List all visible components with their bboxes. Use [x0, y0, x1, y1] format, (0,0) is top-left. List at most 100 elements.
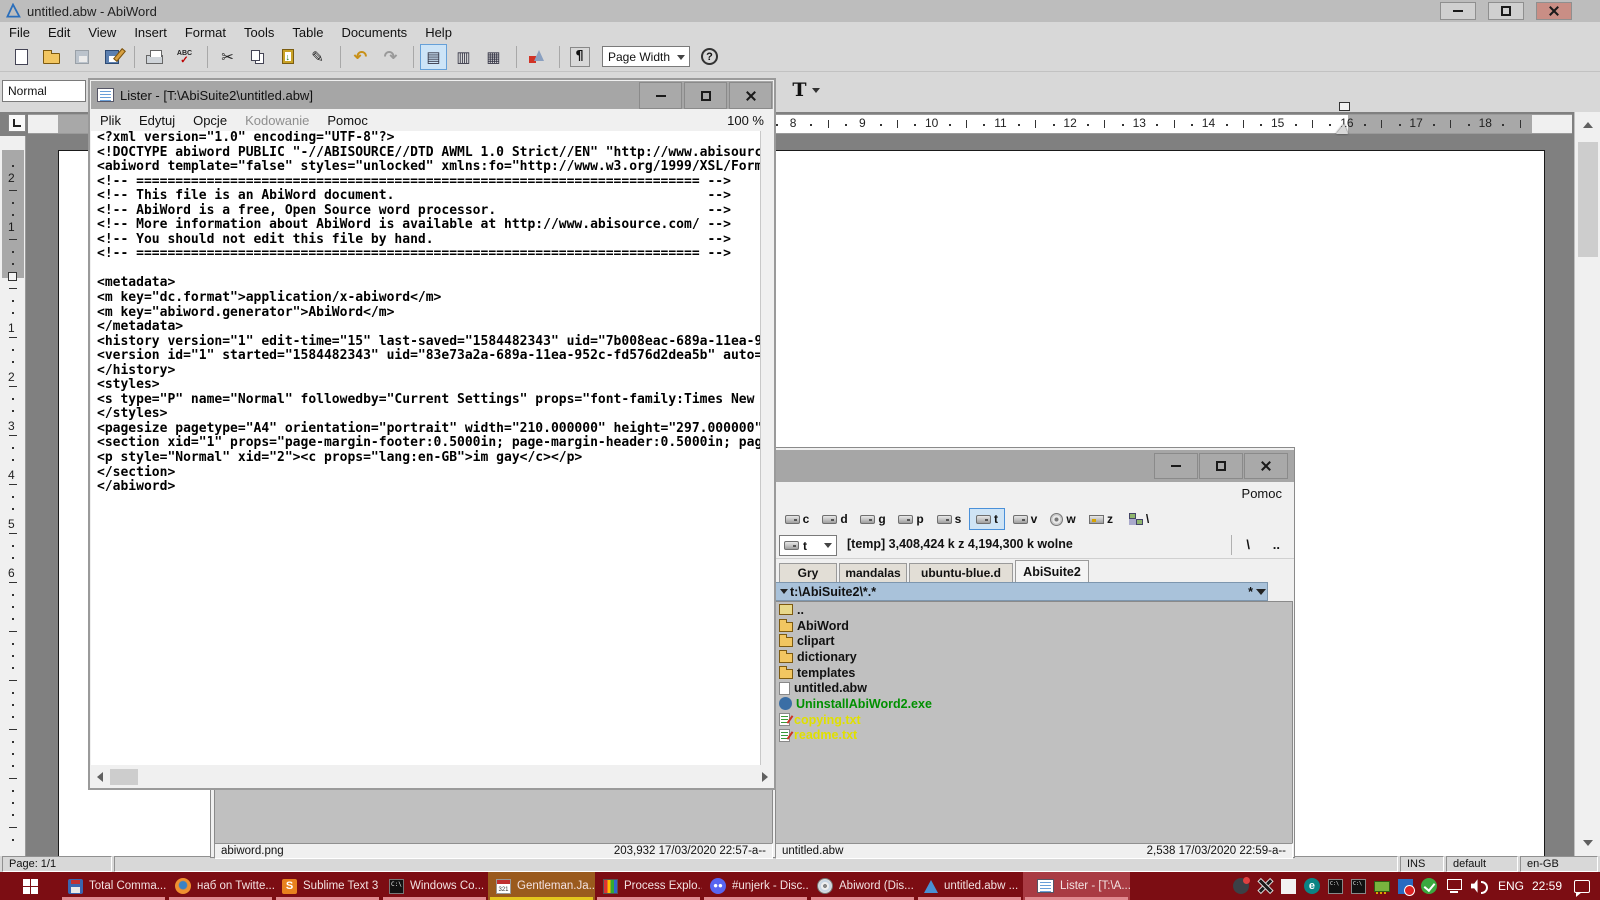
file-row[interactable]: templates [776, 665, 1292, 681]
menu-table[interactable]: Table [283, 23, 332, 42]
scroll-up-button[interactable] [1575, 112, 1600, 138]
view-columns-button[interactable]: ▥ [450, 44, 477, 70]
file-row[interactable]: UninstallAbiWord2.exe [776, 696, 1292, 712]
minimize-button[interactable] [639, 82, 682, 109]
taskbar-button-7[interactable]: #unjerk - Disc... [702, 872, 809, 900]
tab-ubuntu-blue.d[interactable]: ubuntu-blue.d [909, 563, 1013, 582]
filter-star-button[interactable]: * [1248, 585, 1253, 599]
file-row[interactable]: copying.txt [776, 712, 1292, 728]
start-button[interactable] [0, 872, 60, 900]
menu-tools[interactable]: Tools [235, 23, 283, 42]
redo-button[interactable]: ↷ [377, 44, 404, 70]
lister-menu-plik[interactable]: Plik [91, 111, 130, 130]
save-as-button[interactable] [98, 44, 125, 70]
menu-file[interactable]: File [0, 23, 39, 42]
drive-button-net[interactable]: \ [1121, 508, 1157, 530]
tab-mandalas[interactable]: mandalas [839, 563, 907, 582]
format-painter-button[interactable]: ✎ [304, 44, 331, 70]
vertical-scrollbar[interactable] [1574, 112, 1600, 856]
path-history-icon[interactable] [1256, 589, 1266, 595]
taskbar-button-6[interactable]: Process Explo... [595, 872, 702, 900]
tc-file-list-right[interactable]: ..AbiWordclipartdictionarytemplatesuntit… [775, 601, 1293, 846]
console-tray-icon[interactable] [1328, 879, 1343, 894]
file-row[interactable]: dictionary [776, 649, 1292, 665]
insert-image-button[interactable] [523, 44, 550, 70]
root-dir-button[interactable]: \ [1246, 537, 1250, 552]
print-button[interactable] [141, 44, 168, 70]
file-row[interactable]: AbiWord [776, 618, 1292, 634]
taskbar-button-1[interactable]: Total Comma... [60, 872, 167, 900]
file-row[interactable]: .. [776, 602, 1292, 618]
scroll-down-button[interactable] [1575, 830, 1600, 856]
file-row[interactable]: clipart [776, 633, 1292, 649]
taskbar-button-4[interactable]: Windows Co... [381, 872, 488, 900]
scrollbar-thumb[interactable] [110, 769, 138, 785]
close-button[interactable] [1536, 2, 1572, 20]
style-combo[interactable]: Normal [2, 80, 86, 102]
drive-button-d[interactable]: d [817, 508, 853, 530]
scrollbar-thumb[interactable] [1578, 142, 1598, 257]
menu-help[interactable]: Pomoc [1242, 486, 1282, 501]
tab-stop-selector[interactable] [8, 114, 26, 132]
menu-edit[interactable]: Edit [39, 23, 79, 42]
vertical-ruler[interactable]: 21123456 [0, 136, 26, 856]
scroll-left-button[interactable] [91, 767, 108, 787]
clock[interactable]: 22:59 [1532, 879, 1562, 893]
right-indent-marker[interactable] [1339, 102, 1350, 111]
font-button[interactable]: T [786, 76, 826, 104]
gpu-icon[interactable] [1374, 881, 1390, 892]
maximize-button[interactable] [1199, 453, 1243, 479]
xming-icon[interactable] [1257, 878, 1273, 894]
success-icon[interactable] [1421, 878, 1437, 894]
lister-menu-pomoc[interactable]: Pomoc [318, 111, 376, 130]
drive-button-g[interactable]: g [855, 508, 891, 530]
drive-button-c[interactable]: c [779, 508, 815, 530]
maximize-button[interactable] [684, 82, 727, 109]
menu-insert[interactable]: Insert [125, 23, 176, 42]
drive-button-w[interactable]: w [1045, 508, 1081, 530]
zoom-combo[interactable]: Page Width [602, 46, 690, 67]
lister-menu-edytuj[interactable]: Edytuj [130, 111, 184, 130]
taskbar-button-9[interactable]: untitled.abw ... [916, 872, 1023, 900]
file-row[interactable]: readme.txt [776, 728, 1292, 744]
view-grid-button[interactable]: ▦ [480, 44, 507, 70]
maximize-button[interactable] [1488, 2, 1524, 20]
spellcheck-button[interactable]: ABC✓ [171, 44, 198, 70]
notifications-icon[interactable] [1574, 880, 1590, 893]
ruler-marker[interactable] [8, 272, 17, 281]
close-button[interactable] [729, 82, 772, 109]
file-row[interactable]: untitled.abw [776, 680, 1292, 696]
lister-title-bar[interactable]: Lister - [T:\AbiSuite2\untitled.abw] [91, 81, 773, 109]
taskbar-button-8[interactable]: Abiword (Dis... [809, 872, 916, 900]
drive-button-z[interactable]: z [1083, 508, 1119, 530]
show-formatting-button[interactable]: ¶ [566, 44, 593, 70]
menu-view[interactable]: View [79, 23, 125, 42]
undo-button[interactable]: ↶ [347, 44, 374, 70]
help-button[interactable]: ? [696, 44, 723, 70]
cut-button[interactable]: ✂ [214, 44, 241, 70]
tab-gry[interactable]: Gry [779, 563, 837, 582]
right-margin-marker[interactable] [1336, 124, 1348, 134]
drive-combo[interactable]: t [779, 535, 837, 556]
lister-horizontal-scrollbar[interactable] [91, 767, 773, 787]
drive-button-s[interactable]: s [931, 508, 967, 530]
blocked-app-icon[interactable] [1398, 879, 1413, 894]
menu-help[interactable]: Help [416, 23, 461, 42]
parent-dir-button[interactable]: .. [1273, 537, 1280, 552]
view-normal-button[interactable]: ▤ [420, 44, 447, 70]
copy-button[interactable] [244, 44, 271, 70]
volume-icon[interactable] [1471, 878, 1490, 894]
close-button[interactable] [1244, 453, 1288, 479]
e-browser-icon[interactable] [1304, 878, 1320, 894]
drive-button-t[interactable]: t [969, 508, 1005, 530]
lister-window[interactable]: Lister - [T:\AbiSuite2\untitled.abw] Pli… [88, 78, 776, 790]
taskbar-button-3[interactable]: Sublime Text 3 [274, 872, 381, 900]
taskbar-button-10[interactable]: Lister - [T:\A... [1023, 872, 1130, 900]
abiword-title-bar[interactable]: untitled.abw - AbiWord [0, 0, 1600, 22]
console-tray-icon[interactable] [1351, 879, 1366, 894]
lister-vertical-scrollbar[interactable] [760, 131, 773, 765]
current-path-bar[interactable]: t:\AbiSuite2\*.* * [775, 582, 1268, 601]
paste-button[interactable] [274, 44, 301, 70]
minimize-button[interactable] [1440, 2, 1476, 20]
tab-abisuite2[interactable]: AbiSuite2 [1015, 560, 1089, 582]
